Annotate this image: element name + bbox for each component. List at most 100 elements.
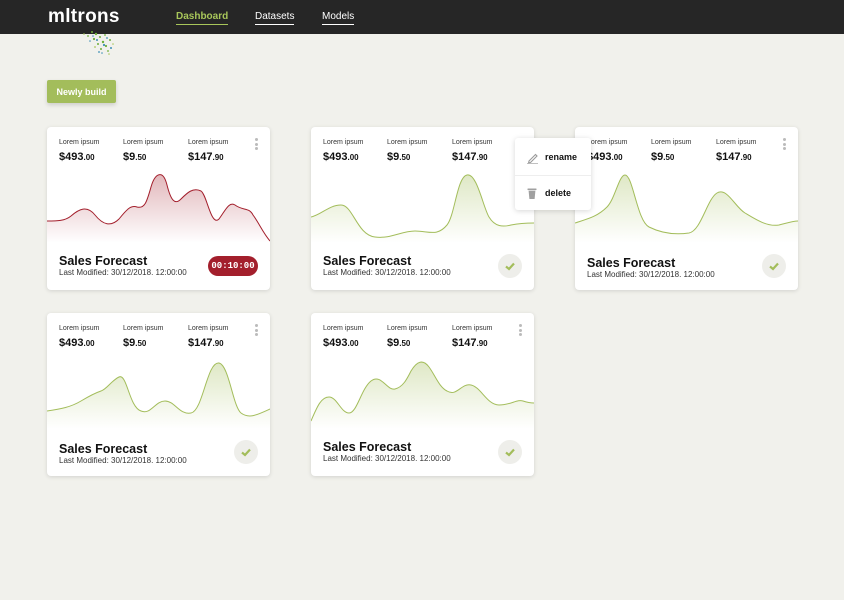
- stat-value: $9.50: [387, 337, 427, 349]
- stat-amount: $493: [59, 337, 84, 349]
- more-options-icon[interactable]: [253, 324, 259, 338]
- nav-dashboard[interactable]: Dashboard: [176, 11, 229, 25]
- stat: Lorem ipsum $147.90: [188, 139, 228, 163]
- sparkline-area: [311, 174, 534, 243]
- nav-datasets[interactable]: Datasets: [255, 11, 295, 25]
- stat-cents: .50: [135, 339, 147, 348]
- card-title: Sales Forecast: [59, 254, 148, 268]
- stat: Lorem ipsum $493.00: [59, 325, 99, 349]
- status-complete: [498, 254, 522, 278]
- stat-amount: $493: [59, 151, 84, 163]
- stat-label: Lorem ipsum: [323, 139, 364, 146]
- pen-icon: [527, 153, 538, 164]
- stat-value: $147.90: [452, 337, 492, 349]
- stat-label: Lorem ipsum: [651, 139, 692, 146]
- stat-label: Lorem ipsum: [452, 325, 493, 332]
- stat: Lorem ipsum $9.50: [651, 139, 691, 163]
- stat: Lorem ipsum $493.00: [323, 325, 363, 349]
- menu-item-delete[interactable]: delete: [515, 176, 591, 208]
- forecast-card[interactable]: Lorem ipsum $493.00 Lorem ipsum $9.50 Lo…: [47, 313, 270, 476]
- last-modified: Last Modified: 30/12/2018. 12:00:00: [59, 268, 187, 277]
- stat-label: Lorem ipsum: [59, 139, 100, 146]
- stat-value: $493.00: [323, 337, 363, 349]
- stat-value: $147.90: [452, 151, 492, 163]
- stat-cents: .00: [347, 153, 359, 162]
- card-title: Sales Forecast: [59, 442, 148, 456]
- stat-amount: $9: [387, 337, 400, 349]
- sparkline-chart: [575, 174, 798, 243]
- stat-amount: $147: [716, 151, 741, 163]
- status-complete: [762, 254, 786, 278]
- stat: Lorem ipsum $147.90: [452, 325, 492, 349]
- sparkline-chart: [47, 174, 270, 243]
- stat-value: $9.50: [123, 151, 163, 163]
- stat-value: $9.50: [387, 151, 427, 163]
- sparkline-area: [47, 362, 270, 429]
- stat-amount: $147: [452, 151, 477, 163]
- stat: Lorem ipsum $147.90: [716, 139, 756, 163]
- more-options-icon[interactable]: [517, 324, 523, 338]
- last-modified: Last Modified: 30/12/2018. 12:00:00: [323, 454, 451, 463]
- stat: Lorem ipsum $9.50: [387, 325, 427, 349]
- forecast-card[interactable]: Lorem ipsum $493.00 Lorem ipsum $9.50 Lo…: [575, 127, 798, 290]
- menu-item-rename[interactable]: rename: [515, 140, 591, 172]
- forecast-card[interactable]: Lorem ipsum $493.00 Lorem ipsum $9.50 Lo…: [47, 127, 270, 290]
- newly-build-button[interactable]: Newly build: [47, 80, 116, 103]
- stat-label: Lorem ipsum: [387, 139, 428, 146]
- stat-cents: .90: [212, 339, 224, 348]
- stat-label: Lorem ipsum: [716, 139, 757, 146]
- forecast-card[interactable]: Lorem ipsum $493.00 Lorem ipsum $9.50 Lo…: [311, 313, 534, 476]
- stat-value: $147.90: [188, 151, 228, 163]
- check-icon: [505, 262, 515, 271]
- stat-cents: .90: [212, 153, 224, 162]
- check-icon: [241, 448, 251, 457]
- stat-cents: .90: [476, 153, 488, 162]
- stat-value: $147.90: [716, 151, 756, 163]
- sparkline-chart: [47, 362, 270, 429]
- stat-label: Lorem ipsum: [452, 139, 493, 146]
- stat-amount: $9: [651, 151, 664, 163]
- stat-amount: $9: [123, 337, 136, 349]
- sparkline-chart: [311, 361, 534, 429]
- stat: Lorem ipsum $493.00: [587, 139, 627, 163]
- stat: Lorem ipsum $9.50: [387, 139, 427, 163]
- more-options-icon[interactable]: [781, 138, 787, 152]
- sparkline-chart: [311, 174, 534, 243]
- stat-label: Lorem ipsum: [59, 325, 100, 332]
- stat-amount: $9: [123, 151, 136, 163]
- brand-logo[interactable]: mltrons: [48, 6, 128, 56]
- stat-amount: $493: [323, 151, 348, 163]
- stat: Lorem ipsum $147.90: [452, 139, 492, 163]
- logo-text: mltrons: [48, 6, 120, 27]
- stat-amount: $147: [452, 337, 477, 349]
- status-complete: [234, 440, 258, 464]
- stat-value: $493.00: [587, 151, 627, 163]
- stat-amount: $493: [323, 337, 348, 349]
- last-modified: Last Modified: 30/12/2018. 12:00:00: [59, 456, 187, 465]
- stat-cents: .00: [83, 339, 95, 348]
- menu-item-label: delete: [545, 188, 572, 198]
- sparkline-area: [311, 362, 534, 429]
- card-title: Sales Forecast: [587, 256, 676, 270]
- stat-value: $493.00: [59, 337, 99, 349]
- stat-cents: .00: [611, 153, 623, 162]
- timer-badge: 00:10:00: [208, 256, 258, 276]
- stat-cents: .50: [399, 153, 411, 162]
- check-icon: [505, 448, 515, 457]
- stat-value: $493.00: [59, 151, 99, 163]
- stat: Lorem ipsum $493.00: [59, 139, 99, 163]
- stat-label: Lorem ipsum: [587, 139, 628, 146]
- status-complete: [498, 440, 522, 464]
- stat-label: Lorem ipsum: [123, 325, 164, 332]
- check-icon: [769, 262, 779, 271]
- stat-amount: $147: [188, 151, 213, 163]
- stat-label: Lorem ipsum: [323, 325, 364, 332]
- stat-label: Lorem ipsum: [387, 325, 428, 332]
- nav-models[interactable]: Models: [322, 11, 355, 25]
- stat: Lorem ipsum $493.00: [323, 139, 363, 163]
- stat: Lorem ipsum $9.50: [123, 325, 163, 349]
- forecast-card[interactable]: Lorem ipsum $493.00 Lorem ipsum $9.50 Lo…: [311, 127, 534, 290]
- more-options-icon[interactable]: [253, 138, 259, 152]
- stat-amount: $147: [188, 337, 213, 349]
- stat-cents: .90: [476, 339, 488, 348]
